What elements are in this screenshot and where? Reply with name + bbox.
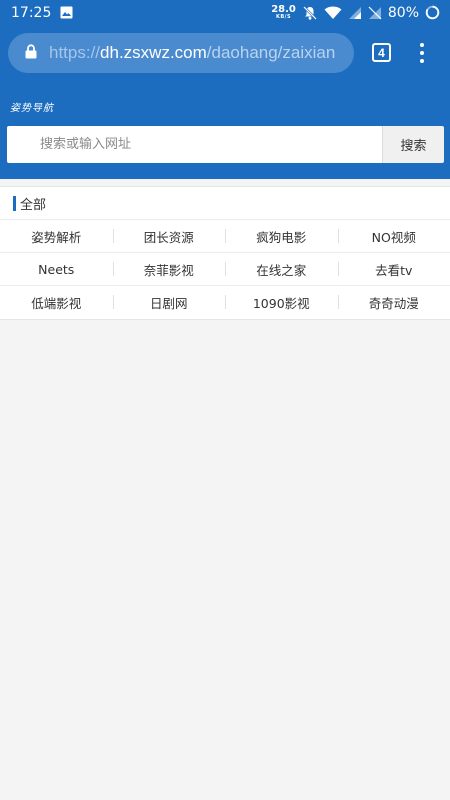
search-input[interactable] [7, 126, 382, 163]
wifi-icon [324, 6, 342, 20]
status-bar: 17:25 28.0 KB/S 80% [0, 0, 450, 25]
site-link[interactable]: 奈菲影视 [112, 260, 226, 279]
site-link[interactable]: 团长资源 [112, 227, 226, 246]
search-form: 搜索 [7, 126, 444, 163]
status-left: 17:25 [11, 5, 73, 21]
section-header: 全部 [0, 187, 450, 220]
link-row: Neets 奈菲影视 在线之家 去看tv [0, 253, 450, 286]
section-accent-bar [13, 195, 16, 211]
mute-icon [302, 5, 318, 21]
status-time: 17:25 [11, 4, 52, 21]
menu-dot [420, 51, 424, 55]
menu-icon[interactable] [414, 42, 430, 64]
link-row: 低端影视 日剧网 1090影视 奇奇动漫 [0, 286, 450, 319]
signal-icon [348, 6, 362, 20]
tab-count: 4 [378, 45, 385, 60]
address-bar[interactable]: https://dh.zsxwz.com/daohang/zaixian [8, 33, 354, 73]
search-button[interactable]: 搜索 [382, 126, 444, 163]
site-link[interactable]: 去看tv [337, 260, 450, 279]
signal-icon-2 [368, 6, 382, 20]
net-speed: 28.0 KB/S [271, 5, 296, 20]
menu-dot [420, 43, 424, 47]
site-link[interactable]: 在线之家 [225, 260, 338, 279]
site-link[interactable]: 奇奇动漫 [337, 293, 450, 312]
battery-icon [425, 5, 440, 20]
site-link[interactable]: Neets [0, 262, 113, 277]
site-link[interactable]: NO视频 [337, 227, 450, 246]
lock-icon[interactable] [25, 43, 37, 63]
url-path: /daohang/zaixian [206, 43, 336, 62]
menu-dot [420, 59, 424, 63]
section-title: 全部 [20, 197, 47, 213]
page-header: 姿势导航 搜索 [0, 81, 450, 179]
browser-toolbar: https://dh.zsxwz.com/daohang/zaixian 4 [0, 25, 450, 81]
net-speed-unit: KB/S [275, 14, 292, 20]
url-scheme: https:// [49, 43, 101, 62]
status-right: 28.0 KB/S 80% [271, 5, 440, 21]
site-link[interactable]: 日剧网 [112, 293, 226, 312]
site-title[interactable]: 姿势导航 [10, 99, 54, 114]
url-host: dh.zsxwz.com [100, 43, 207, 62]
link-section: 全部 姿势解析 团长资源 疯狗电影 NO视频 Neets 奈菲影视 在线之家 去… [0, 186, 450, 320]
battery-percent: 80% [387, 4, 419, 21]
site-link[interactable]: 姿势解析 [0, 227, 113, 246]
tab-switcher-button[interactable]: 4 [372, 43, 391, 62]
url-text[interactable]: https://dh.zsxwz.com/daohang/zaixian [49, 43, 335, 63]
link-row: 姿势解析 团长资源 疯狗电影 NO视频 [0, 220, 450, 253]
site-link[interactable]: 1090影视 [225, 293, 338, 312]
site-link[interactable]: 低端影视 [0, 293, 113, 312]
site-link[interactable]: 疯狗电影 [225, 227, 338, 246]
image-icon [60, 6, 73, 19]
